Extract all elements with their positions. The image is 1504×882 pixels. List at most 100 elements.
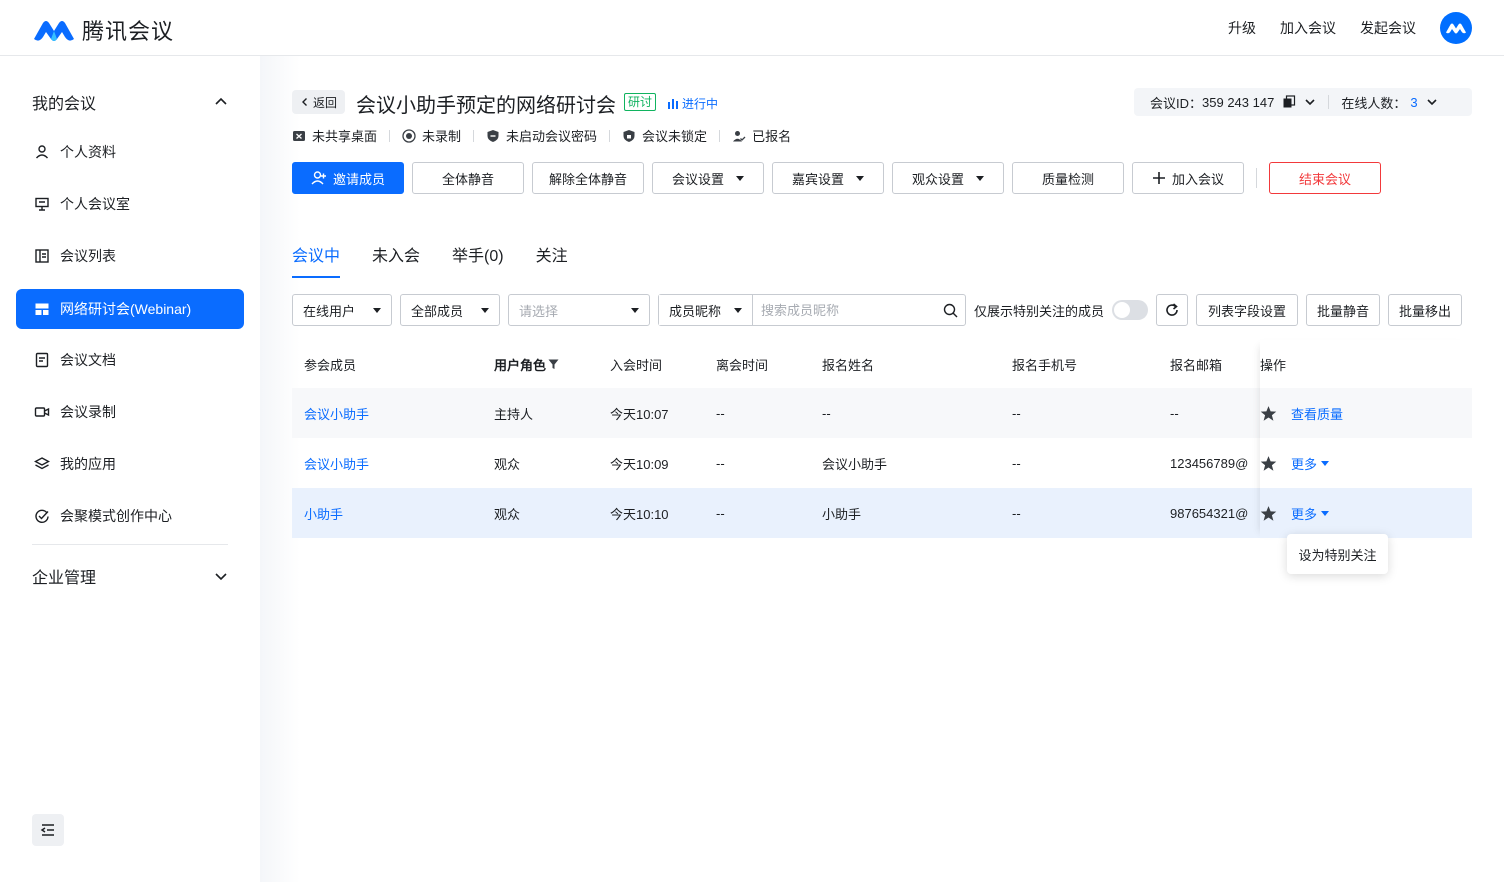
column-settings-button[interactable]: 列表字段设置 [1196,294,1299,326]
chevron-down-icon[interactable] [1304,96,1316,108]
action-toolbar: 邀请成员 全体静音 解除全体静音 会议设置 嘉宾设置 观众设置 质量检测 加入会… [292,162,1381,194]
select-value: 全部成员 [411,303,464,319]
invite-members-button[interactable]: 邀请成员 [292,162,404,194]
column-header: 参会成员 [304,357,357,373]
column-header: 报名姓名 [822,357,875,373]
logo-text: 腾讯会议 [82,19,175,44]
sidebar-item-label: 会议列表 [60,248,116,264]
status-label: 未录制 [422,129,462,144]
sidebar-item-label: 会议录制 [60,404,116,420]
member-table: 参会成员 用户角色 入会时间 离会时间 报名姓名 报名手机号 报名邮箱 操作 会… [292,340,1472,538]
member-name-link[interactable]: 会议小助手 [292,454,482,473]
search-input[interactable] [753,295,935,325]
divider [1328,95,1330,109]
status-label: 未启动会议密码 [506,129,598,144]
status-screen-share: 未共享桌面 [292,126,377,145]
sidebar: 我的会议 个人资料 个人会议室 会议列表 网络研讨会(Webinar) 会议文档… [0,56,260,882]
back-button[interactable]: 返回 [292,90,346,114]
member-role: 观众 [494,456,521,472]
caret-down-icon [976,175,984,181]
column-header: 报名邮箱 [1170,357,1223,373]
video-icon [34,404,50,420]
unmute-all-button[interactable]: 解除全体静音 [532,162,644,194]
sidebar-item-label: 会聚模式创作中心 [60,508,172,524]
special-only-toggle[interactable] [1112,300,1149,320]
sidebar-item-label: 个人会议室 [60,196,130,212]
select-placeholder: 请选择 [519,303,559,319]
button-label: 嘉宾设置 [791,171,844,187]
divider [719,129,721,142]
collapse-sidebar-button[interactable] [32,814,64,846]
chevron-left-icon [302,98,307,106]
member-name-link[interactable]: 会议小助手 [292,404,482,423]
sidebar-item-profile[interactable]: 个人资料 [16,132,244,172]
sidebar-group-enterprise[interactable]: 企业管理 [32,564,228,588]
end-meeting-button[interactable]: 结束会议 [1269,162,1381,194]
member-name-link[interactable]: 小助手 [292,504,482,523]
sidebar-item-webinar[interactable]: 网络研讨会(Webinar) [16,289,244,329]
tab-following[interactable]: 关注 [536,242,568,278]
upgrade-link[interactable]: 升级 [1228,18,1256,38]
online-count-label: 在线人数： [1341,95,1407,111]
record-icon [402,128,416,143]
batch-remove-button[interactable]: 批量移出 [1388,294,1463,326]
mute-all-button[interactable]: 全体静音 [412,162,524,194]
join-meeting-link[interactable]: 加入会议 [1280,18,1336,38]
filter-icon[interactable] [548,359,559,370]
quality-check-button[interactable]: 质量检测 [1012,162,1124,194]
meeting-settings-dropdown[interactable]: 会议设置 [652,162,764,194]
sidebar-group-my-meetings[interactable]: 我的会议 [32,90,228,114]
registration-name: 小助手 [822,506,862,522]
signal-bars-icon [668,98,678,109]
document-icon [34,352,50,368]
sidebar-item-recordings[interactable]: 会议录制 [16,392,244,432]
shield-lock-icon [622,129,636,143]
chevron-down-icon[interactable] [1426,96,1438,108]
tab-not-joined[interactable]: 未入会 [372,242,420,278]
option-select[interactable]: 请选择 [508,294,650,326]
online-user-select[interactable]: 在线用户 [292,294,392,326]
join-time: 今天10:10 [610,506,669,522]
batch-mute-button[interactable]: 批量静音 [1306,294,1381,326]
shield-minus-icon [486,129,500,143]
avatar-logo-icon [1446,23,1466,34]
sidebar-item-apps[interactable]: 我的应用 [16,444,244,484]
search-icon[interactable] [935,295,965,325]
column-header-role[interactable]: 用户角色 [482,355,598,374]
divider [389,129,391,142]
sidebar-item-meeting-list[interactable]: 会议列表 [16,236,244,276]
user-icon [34,144,50,160]
caret-down-icon [481,307,489,313]
avatar[interactable] [1440,12,1472,44]
sidebar-group-label: 我的会议 [32,96,97,113]
status-registration: 已报名 [732,126,791,145]
refresh-button[interactable] [1156,294,1189,326]
button-label: 加入会议 [1171,171,1224,187]
check-circle-icon [34,508,50,524]
add-user-icon [311,171,326,185]
webinar-icon [34,301,50,317]
copy-icon[interactable] [1282,95,1296,109]
join-time: 今天10:07 [610,406,669,422]
plus-icon [1152,172,1165,184]
guest-settings-dropdown[interactable]: 嘉宾设置 [772,162,884,194]
sidebar-item-label: 我的应用 [60,456,116,472]
join-meeting-button[interactable]: 加入会议 [1132,162,1244,194]
caret-down-icon [631,307,639,313]
registration-phone: -- [1012,455,1021,471]
sidebar-item-creation-center[interactable]: 会聚模式创作中心 [16,496,244,536]
sidebar-item-documents[interactable]: 会议文档 [16,340,244,380]
tencent-meeting-logo-icon [34,21,74,41]
search-field-select[interactable]: 成员昵称 [659,295,753,325]
start-meeting-link[interactable]: 发起会议 [1360,18,1416,38]
top-bar: 腾讯会议 升级 加入会议 发起会议 [0,0,1504,56]
join-time: 今天10:09 [610,456,669,472]
tab-in-meeting[interactable]: 会议中 [292,242,341,278]
member-type-select[interactable]: 全部成员 [400,294,500,326]
meeting-status: 进行中 [668,95,718,112]
audience-settings-dropdown[interactable]: 观众设置 [892,162,1004,194]
sidebar-item-personal-room[interactable]: 个人会议室 [16,184,244,224]
tab-raised-hands[interactable]: 举手(0) [452,242,504,278]
logo[interactable]: 腾讯会议 [32,14,174,46]
select-value: 成员昵称 [669,303,722,319]
